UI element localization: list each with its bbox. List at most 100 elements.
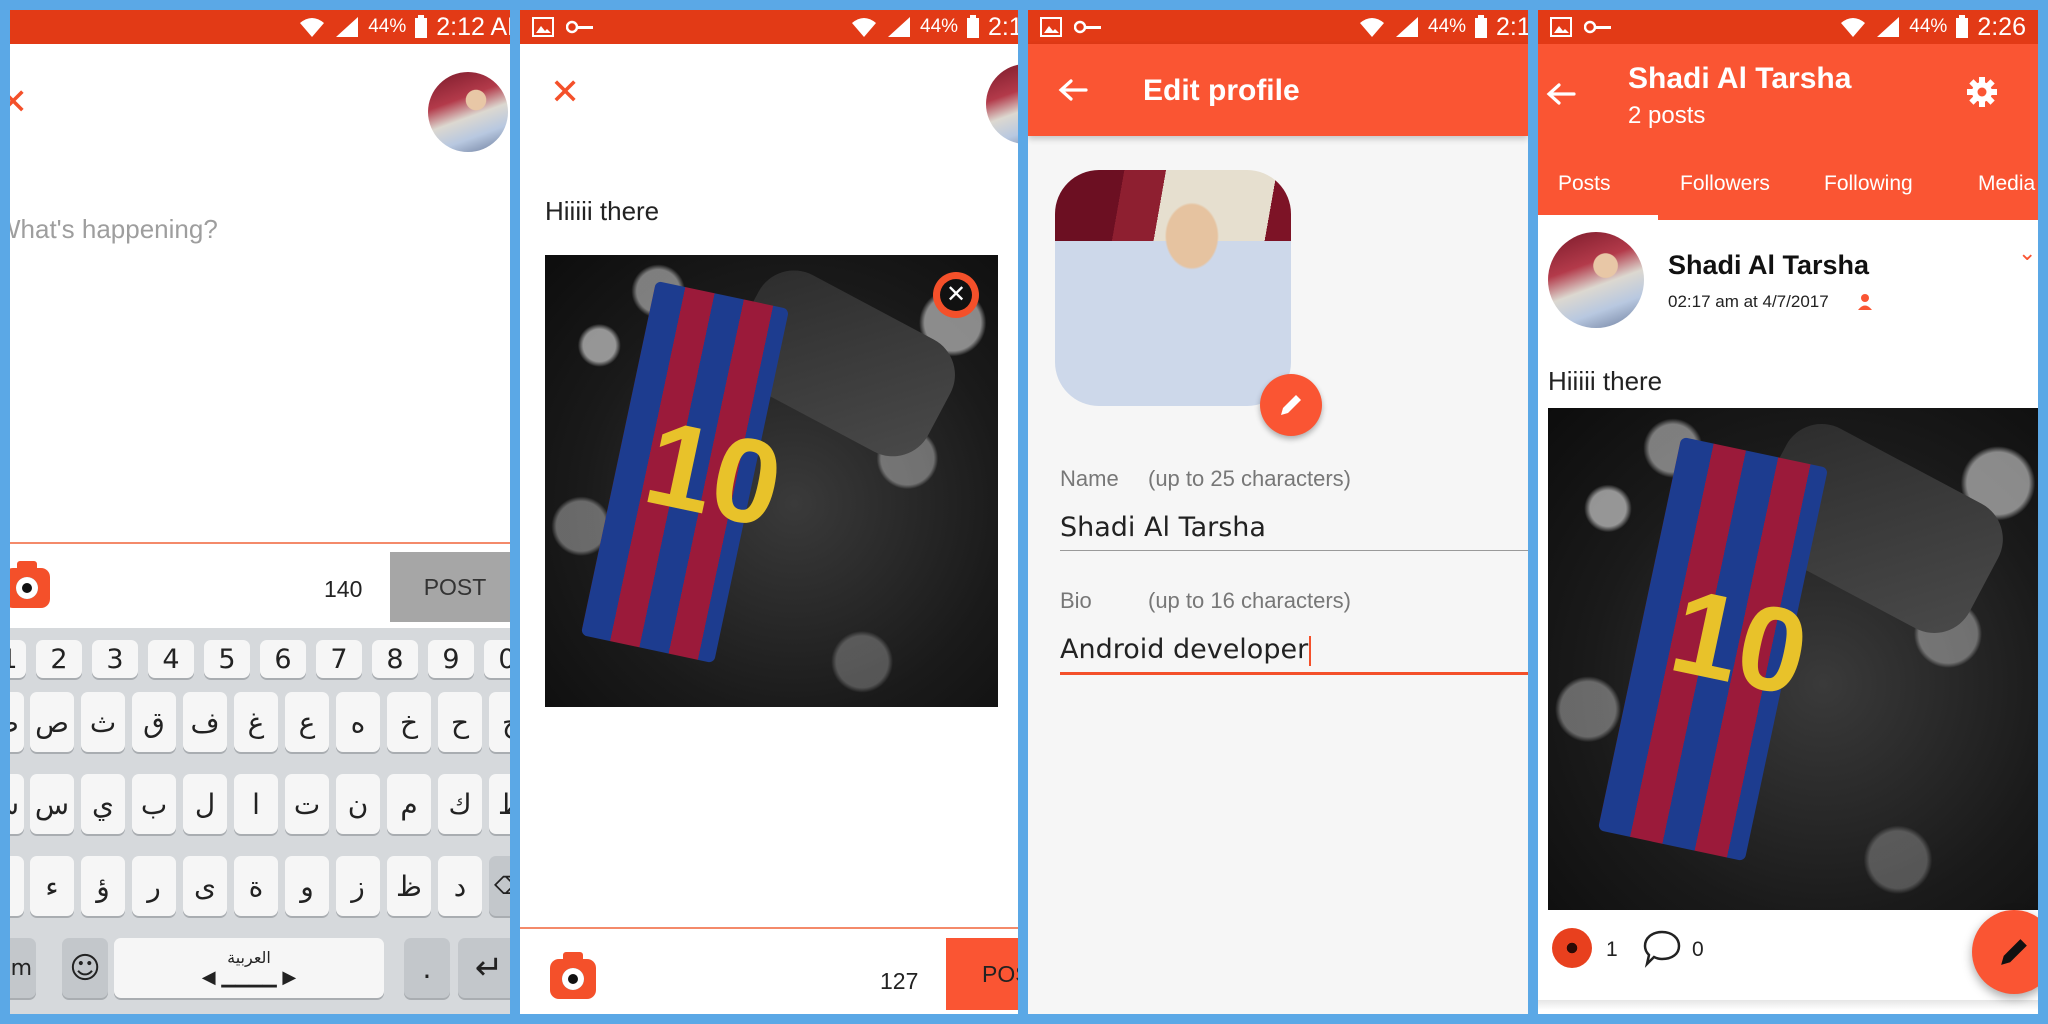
key-letter[interactable]: خ (387, 692, 431, 752)
key-letter[interactable]: ف (183, 692, 227, 752)
status-clock: 2:26 (1977, 12, 2026, 41)
space-bar-icon: ◀ ▁▁▁▁ ▶ (201, 967, 297, 988)
post-button[interactable]: POST (946, 938, 1018, 1010)
key-letter[interactable]: ل (183, 774, 227, 834)
battery-icon (415, 15, 428, 38)
key-num[interactable]: 7 (316, 640, 362, 678)
key-num[interactable]: 5 (204, 640, 250, 678)
key-letter[interactable]: ه (336, 692, 380, 752)
key-letter[interactable]: ى (183, 856, 227, 916)
space-key[interactable]: العربية ◀ ▁▁▁▁ ▶ (114, 938, 384, 998)
post-count: 2 posts (1628, 102, 1706, 129)
key-letter[interactable]: د (438, 856, 482, 916)
key-letter[interactable]: ي (81, 774, 125, 834)
battery-percent: 44% (920, 16, 959, 37)
avatar[interactable] (1548, 232, 1644, 328)
back-arrow-icon[interactable] (1058, 78, 1088, 102)
key-num[interactable]: 9 (428, 640, 474, 678)
compose-input[interactable]: What's happening? (10, 214, 218, 245)
status-bar: 44% 2:12 AM (10, 10, 510, 44)
key-letter[interactable]: ت (285, 774, 329, 834)
key-letter[interactable]: س (30, 774, 74, 834)
key-letter[interactable]: ر (132, 856, 176, 916)
back-arrow-icon[interactable] (1546, 82, 1576, 106)
text-cursor (1309, 635, 1312, 666)
key-letter[interactable]: غ (234, 692, 278, 752)
edit-photo-button[interactable] (1260, 374, 1322, 436)
key-num[interactable]: 3 (92, 640, 138, 678)
key-num[interactable]: 1 (10, 640, 26, 678)
emoji-key[interactable]: ☺ (62, 938, 108, 998)
compose-with-photo-screen: 44% 2:1 ✕ Hiiiii there ✕ 127 POST (520, 10, 1018, 1014)
remove-photo-button[interactable]: ✕ (933, 272, 979, 318)
period-key[interactable]: . (404, 938, 450, 998)
profile-header: Shadi Al Tarsha 2 posts Posts Followers … (1538, 44, 2038, 220)
avatar[interactable] (986, 64, 1018, 144)
key-letter[interactable]: ذ (10, 856, 24, 916)
bio-field-underline (1060, 672, 1528, 675)
key-num[interactable]: 8 (372, 640, 418, 678)
battery-icon (1956, 15, 1969, 38)
tab-following[interactable]: Following (1824, 172, 1913, 196)
key-letter[interactable]: ؤ (81, 856, 125, 916)
key-num[interactable]: 6 (260, 640, 306, 678)
post-author[interactable]: Shadi Al Tarsha (1668, 250, 1869, 281)
camera-icon[interactable] (10, 561, 50, 608)
compose-input[interactable]: Hiiiii there (545, 196, 659, 227)
card-divider (1538, 1000, 2038, 1010)
key-letter[interactable]: ص (30, 692, 74, 752)
key-letter[interactable]: ء (30, 856, 74, 916)
key-letter[interactable]: ظ (387, 856, 431, 916)
camera-icon[interactable] (550, 952, 596, 999)
post-text: Hiiiii there (1548, 366, 1663, 396)
name-field[interactable]: Shadi Al Tarsha (1060, 512, 1266, 543)
post-button[interactable]: POST (390, 552, 510, 622)
tab-followers[interactable]: Followers (1680, 172, 1770, 196)
avatar[interactable] (428, 72, 508, 152)
key-letter[interactable]: ض (10, 692, 24, 752)
key-letter[interactable]: ط (489, 774, 510, 834)
key-letter[interactable]: و (285, 856, 329, 916)
bio-field[interactable]: Android developer (1060, 634, 1312, 666)
key-letter[interactable]: ج (489, 692, 510, 752)
close-icon[interactable]: ✕ (550, 74, 580, 110)
profile-photo (1055, 170, 1291, 406)
key-letter[interactable]: ك (438, 774, 482, 834)
key-letter[interactable]: ث (81, 692, 125, 752)
comment-icon[interactable] (1642, 928, 1682, 968)
tab-media[interactable]: Media (1978, 172, 2035, 196)
backspace-key[interactable]: ⌫ (489, 856, 510, 916)
key-letter[interactable]: ش (10, 774, 24, 834)
tab-posts[interactable]: Posts (1558, 172, 1611, 196)
key-num[interactable]: 4 (148, 640, 194, 678)
gallery-notification-icon (532, 17, 554, 37)
key-num[interactable]: 0 (484, 640, 510, 678)
like-icon[interactable] (1552, 928, 1592, 968)
keyboard: 1 2 3 4 5 6 7 8 9 0 ض ص ث ق ف غ ع ه خ ح … (10, 628, 510, 1014)
enter-key[interactable]: ↵ (458, 938, 510, 998)
gear-icon[interactable] (1966, 76, 1998, 108)
key-letter[interactable]: ق (132, 692, 176, 752)
bio-label: Bio (1060, 588, 1092, 613)
wifi-icon (1841, 18, 1866, 37)
name-label: Name (1060, 466, 1119, 491)
bio-hint: (up to 16 characters) (1148, 588, 1351, 613)
pencil-icon (2001, 939, 2027, 965)
symbols-key[interactable]: Sym (10, 938, 36, 998)
key-letter[interactable]: ة (234, 856, 278, 916)
key-letter[interactable]: م (387, 774, 431, 834)
key-num[interactable]: 2 (36, 640, 82, 678)
close-icon[interactable]: ✕ (10, 84, 28, 120)
key-letter[interactable]: ح (438, 692, 482, 752)
battery-icon (1475, 15, 1488, 38)
key-letter[interactable]: ع (285, 692, 329, 752)
key-letter[interactable]: ب (132, 774, 176, 834)
key-letter[interactable]: ن (336, 774, 380, 834)
comment-count: 0 (1692, 938, 1704, 961)
chevron-down-icon[interactable]: ⌄ (2018, 240, 2036, 266)
status-clock: 2:1 (988, 12, 1018, 41)
key-letter[interactable]: ا (234, 774, 278, 834)
like-count: 1 (1606, 938, 1618, 961)
compose-fab[interactable] (1972, 910, 2038, 994)
key-letter[interactable]: ز (336, 856, 380, 916)
